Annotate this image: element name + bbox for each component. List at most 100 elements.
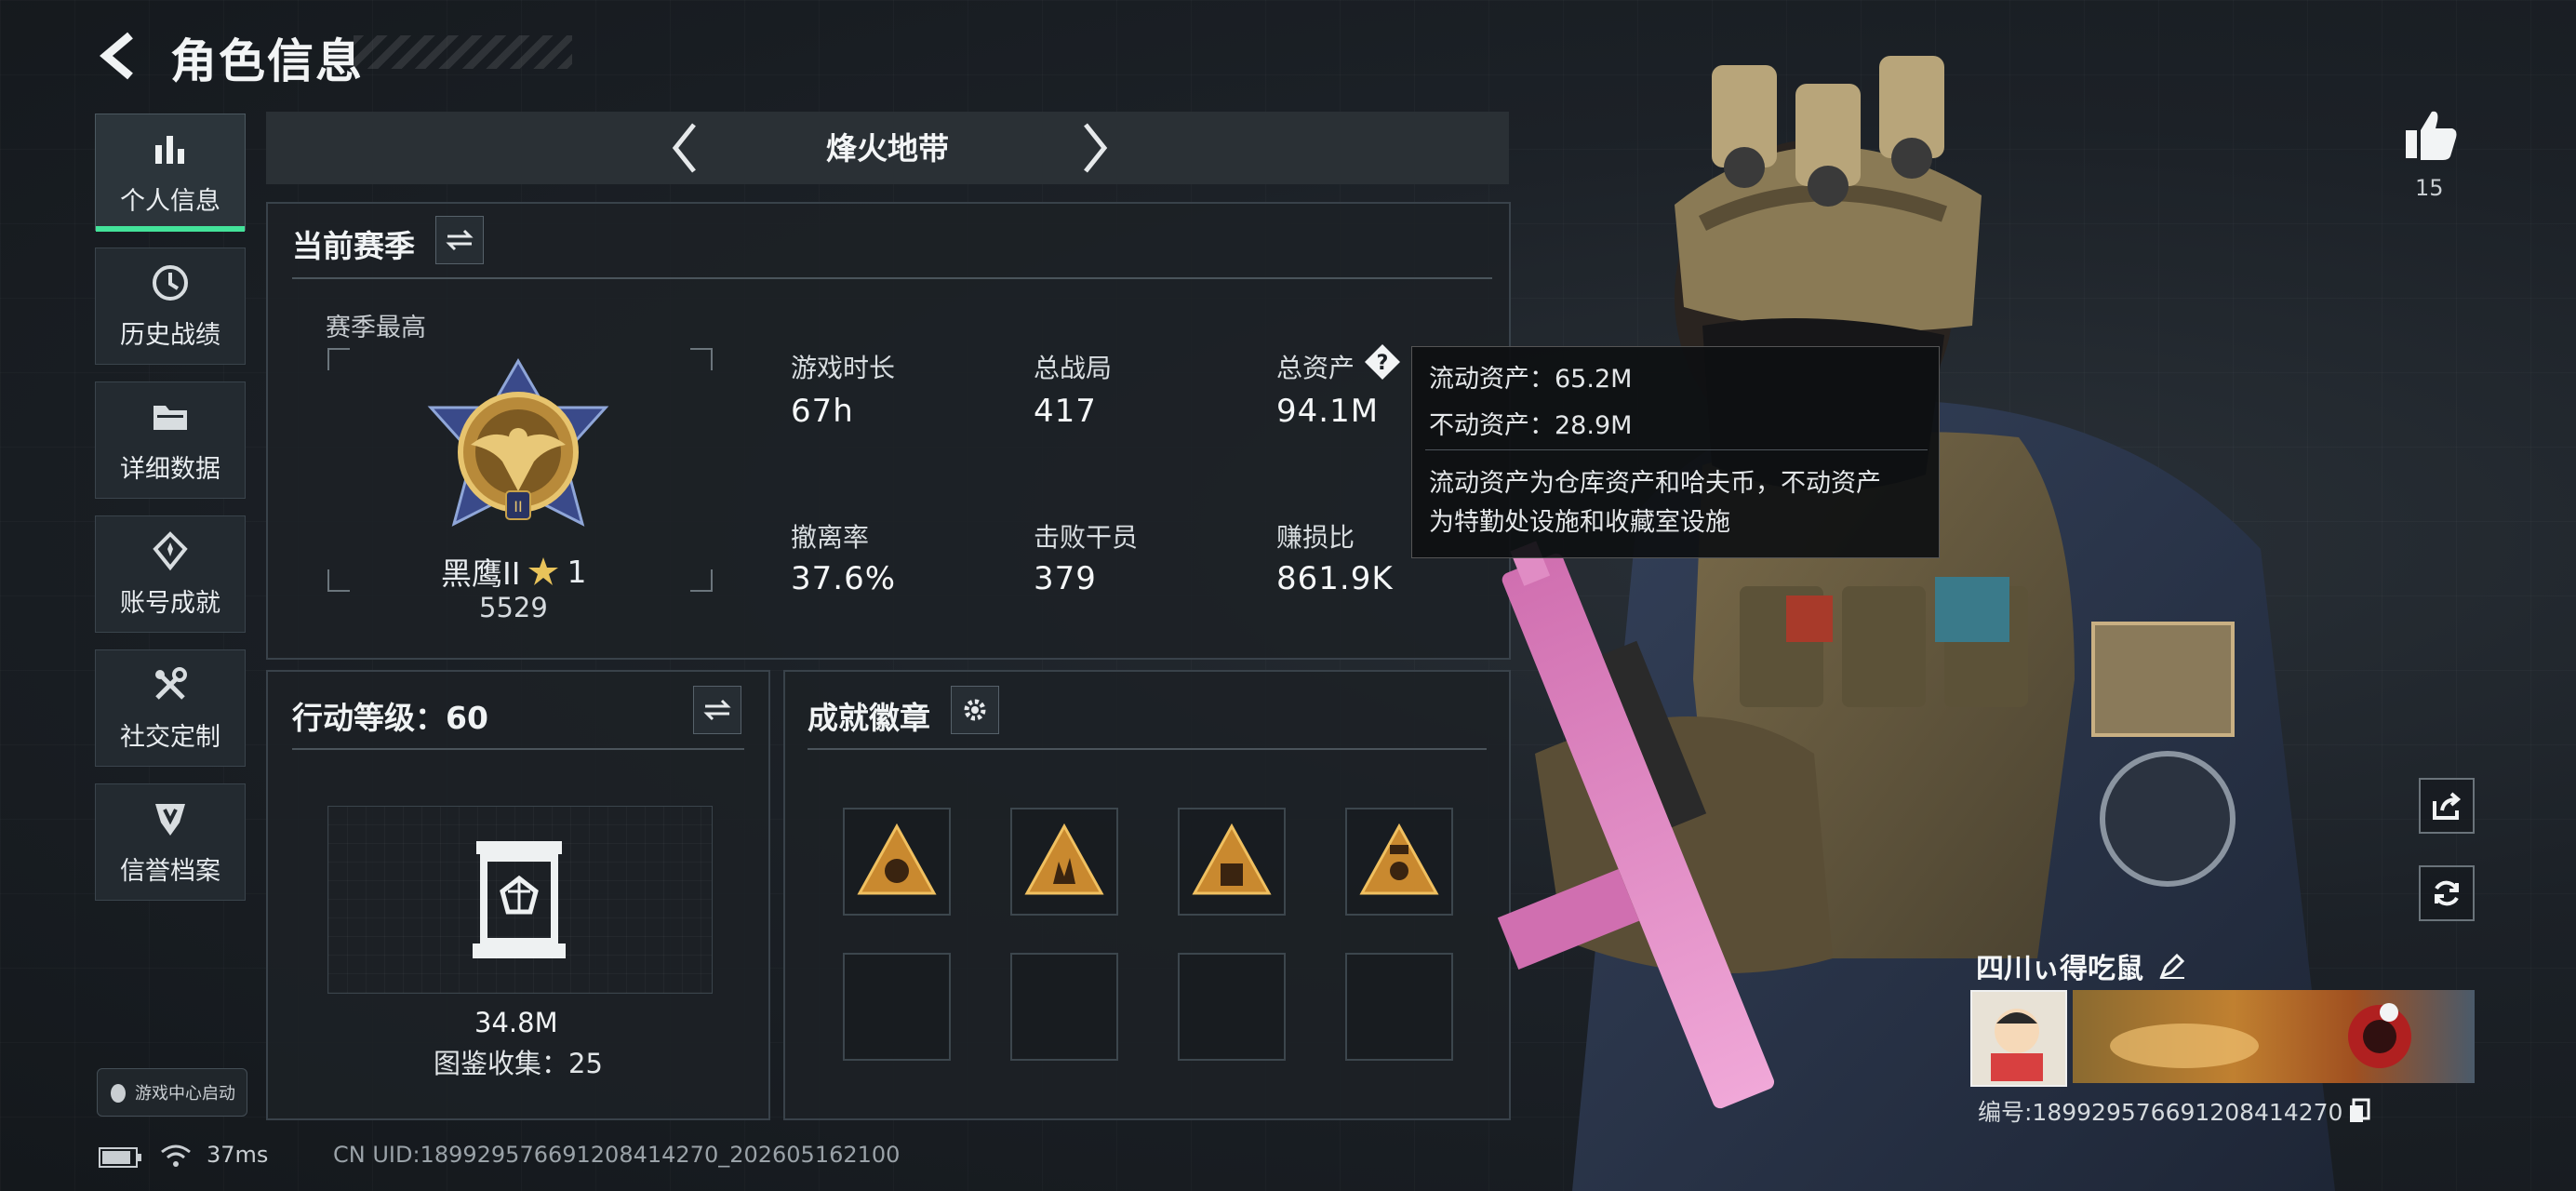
battery-icon bbox=[99, 1147, 141, 1168]
achievement-badge-icon bbox=[857, 823, 937, 895]
achievement-badge-icon bbox=[1192, 823, 1272, 895]
season-title: 当前赛季 bbox=[292, 228, 415, 264]
stat-value: 37.6% bbox=[791, 560, 897, 597]
shield-icon bbox=[155, 803, 185, 836]
stat-value: 94.1M bbox=[1276, 393, 1380, 430]
frame-corner bbox=[327, 348, 350, 370]
player-name-row: 四川ぃ得吃鼠 bbox=[1976, 945, 2186, 986]
player-name: 四川ぃ得吃鼠 bbox=[1976, 953, 2143, 985]
stat-value: 417 bbox=[1034, 393, 1097, 430]
gear-icon bbox=[964, 699, 986, 721]
medal-icon bbox=[153, 530, 188, 570]
stat-label: 总战局 bbox=[1034, 353, 1113, 383]
rank-name: 黑鹰II bbox=[441, 555, 521, 592]
action-level-title: 行动等级：60 bbox=[292, 700, 488, 736]
sidebar-item-detailed-data[interactable]: 详细数据 bbox=[95, 381, 246, 499]
page-title: 角色信息 bbox=[170, 34, 364, 88]
svg-text:?: ? bbox=[1377, 352, 1389, 375]
mode-next-arrow-icon[interactable] bbox=[1076, 119, 1114, 177]
sidebar-item-label: 信誉档案 bbox=[120, 856, 220, 886]
divider bbox=[292, 277, 1492, 279]
stat-label: 赚损比 bbox=[1276, 522, 1355, 553]
history-icon bbox=[153, 264, 188, 301]
refresh-button[interactable] bbox=[2419, 865, 2475, 921]
profile-banner[interactable] bbox=[2073, 990, 2475, 1083]
stat-label: 撤离率 bbox=[791, 522, 870, 553]
player-id: 编号:18992957669120841427​0 bbox=[1978, 1099, 2343, 1126]
asset-tooltip: 流动资产：65.2M 不动资产：28.9M 流动资产为仓库资产和哈夫币，不动资产… bbox=[1411, 346, 1940, 558]
achievement-title: 成就徽章 bbox=[808, 700, 930, 736]
tooltip-description-1: 流动资产为仓库资产和哈夫币，不动资产 bbox=[1429, 469, 1881, 498]
like-count: 15 bbox=[2415, 175, 2444, 201]
divider bbox=[808, 748, 1487, 750]
bar-chart-icon bbox=[155, 135, 184, 164]
sidebar-item-achievements[interactable]: 账号成就 bbox=[95, 515, 246, 633]
penguin-icon bbox=[111, 1084, 126, 1103]
badge-slot[interactable] bbox=[1010, 808, 1118, 916]
badge-slot[interactable] bbox=[843, 808, 951, 916]
rank-emblem-icon: II bbox=[427, 358, 609, 527]
rank-stars: 1 bbox=[567, 553, 587, 590]
badge-slot-empty[interactable] bbox=[1010, 953, 1118, 1061]
mode-label: 烽火地带 bbox=[826, 130, 949, 167]
share-button[interactable] bbox=[2419, 778, 2475, 834]
sidebar-item-label: 账号成就 bbox=[120, 588, 220, 618]
thumbs-up-icon[interactable] bbox=[2402, 106, 2460, 164]
banner-image bbox=[2110, 1003, 2411, 1068]
copy-icon[interactable] bbox=[2348, 1098, 2370, 1124]
display-case-icon bbox=[473, 841, 566, 958]
swap-icon bbox=[703, 699, 731, 721]
uid-text: CN UID:18992957669120841427​0_2026051621… bbox=[333, 1142, 901, 1168]
sidebar-item-social-custom[interactable]: 社交定制 bbox=[95, 649, 246, 767]
stat-label: 游戏时长 bbox=[791, 353, 896, 383]
edit-icon[interactable] bbox=[2158, 952, 2186, 980]
stat-label: 总资产 bbox=[1276, 353, 1355, 383]
rank-score: 5529 bbox=[479, 592, 548, 623]
help-icon[interactable]: ? bbox=[1363, 342, 1402, 381]
sidebar-item-credit[interactable]: 信誉档案 bbox=[95, 783, 246, 901]
tooltip-divider bbox=[1425, 449, 1928, 450]
sidebar-item-label: 个人信息 bbox=[120, 186, 220, 216]
stat-value: 67h bbox=[791, 393, 854, 430]
sidebar-item-label: 历史战绩 bbox=[120, 320, 220, 350]
badge-slot-empty[interactable] bbox=[1178, 953, 1286, 1061]
svg-text:II: II bbox=[514, 498, 522, 515]
badge-slot-empty[interactable] bbox=[843, 953, 951, 1061]
liquid-assets: 流动资产：65.2M bbox=[1429, 365, 1633, 394]
frame-corner bbox=[690, 348, 713, 370]
stat-value: 379 bbox=[1034, 560, 1097, 597]
wifi-icon bbox=[161, 1144, 191, 1167]
tooltip-description-2: 为特勤处设施和收藏室设施 bbox=[1429, 508, 1730, 537]
ping-text: 37ms bbox=[207, 1142, 269, 1168]
sidebar-item-personal-info[interactable]: 个人信息 bbox=[95, 114, 246, 232]
game-center-launch-button[interactable]: 游戏中心启动 bbox=[97, 1068, 247, 1117]
back-arrow-icon[interactable] bbox=[93, 28, 149, 84]
achievement-badge-icon bbox=[1024, 823, 1104, 895]
collection-count: 图鉴收集：25 bbox=[434, 1048, 603, 1079]
sidebar-item-label: 社交定制 bbox=[120, 722, 220, 752]
stat-label: 击败干员 bbox=[1034, 522, 1139, 553]
avatar-image bbox=[1991, 1009, 2043, 1081]
achievement-settings-button[interactable] bbox=[951, 686, 999, 734]
star-icon bbox=[528, 557, 559, 585]
action-level-switch-button[interactable] bbox=[693, 686, 741, 734]
launch-label: 游戏中心启动 bbox=[135, 1084, 235, 1104]
folder-icon bbox=[153, 405, 187, 430]
frame-corner bbox=[690, 569, 713, 592]
rank-line: 黑鹰II 1 bbox=[441, 549, 586, 594]
refresh-icon bbox=[2435, 880, 2459, 906]
title-decoration bbox=[354, 35, 572, 69]
fixed-assets: 不动资产：28.9M bbox=[1429, 411, 1633, 440]
avatar[interactable] bbox=[1970, 990, 2067, 1087]
badge-slot[interactable] bbox=[1178, 808, 1286, 916]
divider bbox=[292, 748, 744, 750]
player-id-row: 编号:18992957669120841427​0 bbox=[1978, 1094, 2370, 1128]
swap-icon bbox=[446, 229, 474, 251]
season-switch-button[interactable] bbox=[435, 216, 484, 264]
sidebar-item-history[interactable]: 历史战绩 bbox=[95, 248, 246, 365]
tools-icon bbox=[155, 666, 187, 700]
frame-corner bbox=[327, 569, 350, 592]
stat-value: 861.9K bbox=[1276, 560, 1394, 597]
collection-value: 34.8M bbox=[474, 1007, 558, 1038]
season-best-label: 赛季最高 bbox=[326, 314, 426, 342]
